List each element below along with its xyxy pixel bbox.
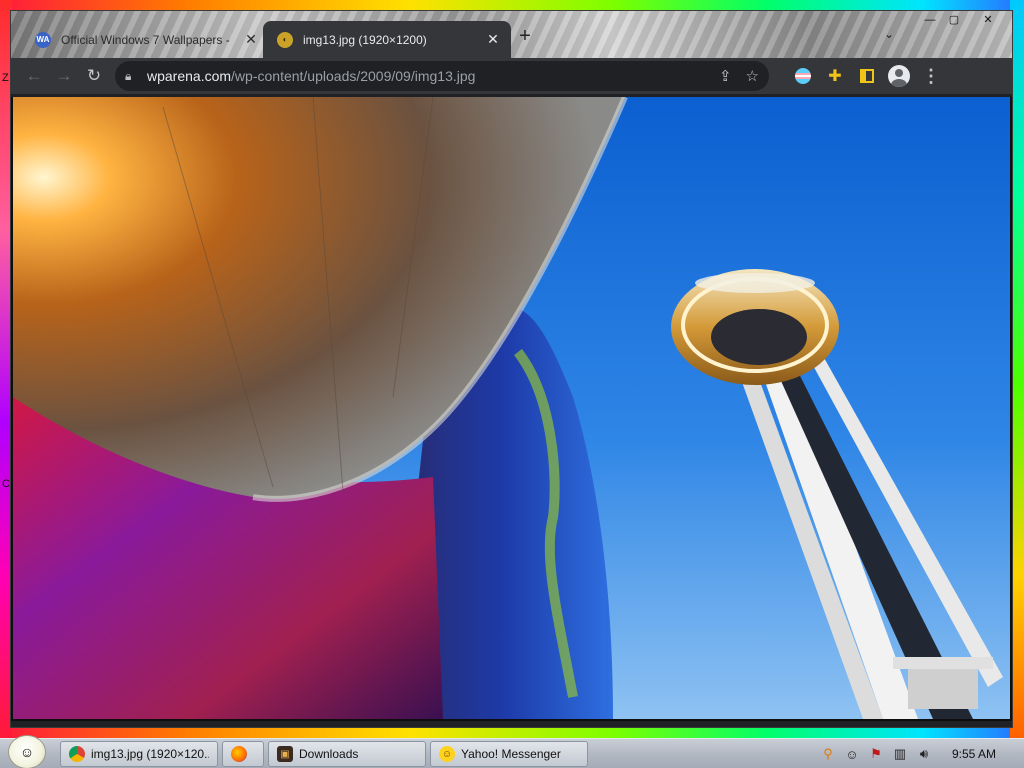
star-icon[interactable]: ☆ [746,67,759,85]
close-window-button[interactable]: ✕ [977,13,999,29]
chrome-icon [69,746,85,762]
yahoo-messenger-icon: ☺ [439,746,455,762]
desktop-stray-letter: C [2,478,10,490]
new-tab-button[interactable]: + [513,25,537,49]
page-content [11,97,1012,721]
tab-close-icon[interactable]: ✕ [485,31,501,48]
taskbar-item-label: Yahoo! Messenger [461,747,561,761]
reload-icon: ↻ [86,66,102,85]
address-bar[interactable]: 🔒︎ wparena.com /wp-content/uploads/2009/… [115,61,769,91]
volume-tray-icon[interactable]: 🔊︎ [914,744,934,764]
folder-icon: ▣ [277,746,293,762]
pride-flag-extension-icon[interactable] [789,62,817,90]
puzzle-extensions-icon[interactable]: ✚ [821,62,849,90]
taskbar-item-yahoo-messenger[interactable]: ☺ Yahoo! Messenger [430,741,588,767]
side-panel-icon[interactable] [853,62,881,90]
taskbar-item-firefox[interactable] [222,741,264,767]
tab-strip: WA Official Windows 7 Wallpapers - ✕ ◐ i… [11,11,1012,58]
network-tray-icon[interactable]: ▥ [890,744,910,764]
kebab-menu-icon[interactable]: ⋮ [917,62,945,90]
firefox-icon [231,746,247,762]
minimize-button[interactable]: — [919,13,941,29]
desktop-stray-letter: Z [2,72,9,84]
browser-window: WA Official Windows 7 Wallpapers - ✕ ◐ i… [10,10,1013,728]
tab-close-icon[interactable]: ✕ [243,31,259,48]
taskbar-clock[interactable]: 9:55 AM [952,747,996,761]
taskbar-item-label: Downloads [299,747,359,761]
arrow-right-icon: → [55,66,73,85]
url-path: /wp-content/uploads/2009/09/img13.jpg [231,68,476,84]
search-tray-icon[interactable]: ⚲ [818,744,838,764]
browser-toolbar: ← → ↻ 🔒︎ wparena.com /wp-content/uploads… [11,58,1012,94]
system-tray: ⚲ ☺ ⚑ ▥ 🔊︎ 9:55 AM [818,739,1024,768]
reload-button[interactable]: ↻ [79,61,109,91]
lock-icon[interactable]: 🔒︎ [125,69,141,84]
smiley-tray-icon[interactable]: ☺ [842,744,862,764]
tab-title: Official Windows 7 Wallpapers - [61,32,230,47]
flag-tray-icon[interactable]: ⚑ [866,744,886,764]
forward-button[interactable]: → [49,61,79,91]
start-orb-icon[interactable]: ☺ [8,735,46,768]
back-button[interactable]: ← [19,61,49,91]
tab-img13[interactable]: ◐ img13.jpg (1920×1200) ✕ [263,21,511,58]
share-icon[interactable]: ⇪ [719,67,732,85]
taskbar: ☺ img13.jpg (1920×120... ▣ Downloads ☺ Y… [0,735,1024,768]
url-host: wparena.com [147,68,232,84]
wallpaper-image [13,97,1010,719]
taskbar-item-chrome[interactable]: img13.jpg (1920×120... [60,741,218,767]
maximize-button[interactable]: ▢ [943,13,965,29]
taskbar-item-label: img13.jpg (1920×120... [91,747,209,761]
tab-title: img13.jpg (1920×1200) [303,32,427,47]
image-favicon-icon: ◐ [277,31,293,48]
taskbar-item-downloads[interactable]: ▣ Downloads [268,741,426,767]
arrow-left-icon: ← [25,66,43,85]
tab-windows-wallpapers[interactable]: WA Official Windows 7 Wallpapers - ✕ [21,21,269,58]
wparena-favicon-icon: WA [35,31,51,48]
profile-avatar-icon[interactable] [885,62,913,90]
tab-search-icon[interactable]: ⌄ [884,27,894,41]
